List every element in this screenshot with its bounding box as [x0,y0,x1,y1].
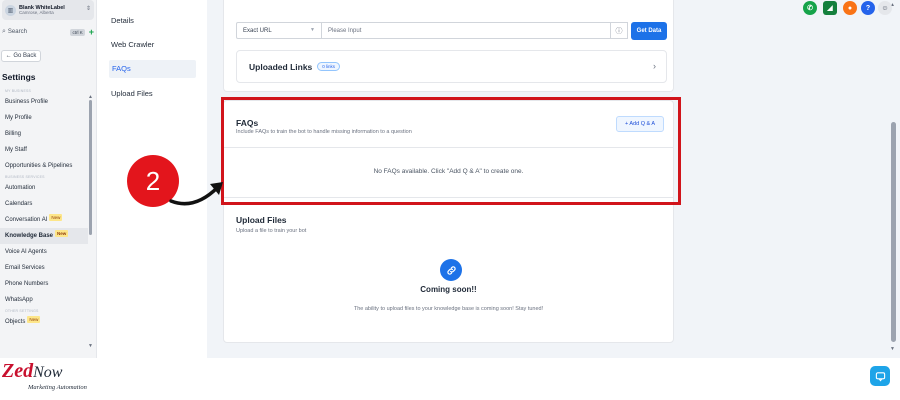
tab-web-crawler[interactable]: Web Crawler [111,40,154,49]
link-icon [440,259,462,281]
go-back-button[interactable]: ← Go Back [1,50,41,62]
coming-soon-title: Coming soon!! [420,285,477,294]
sidebar-item-my-staff[interactable]: My Staff [0,142,88,158]
sidebar-item-my-profile[interactable]: My Profile [0,110,88,126]
get-data-button[interactable]: Get Data [631,22,667,40]
url-input-placeholder: Please Input [328,27,362,34]
logo-tail: Now [33,364,63,381]
info-icon[interactable]: ⓘ [611,22,628,39]
url-match-select[interactable]: Exact URL ▼ [236,22,322,39]
search-label: Search [7,29,27,35]
curved-arrow-icon [169,182,223,206]
sidebar-item-automation[interactable]: Automation [0,180,88,196]
phone-icon[interactable]: ✆ [803,1,817,15]
chevron-right-icon: › [653,61,656,71]
tab-upload-files[interactable]: Upload Files [111,89,153,98]
zednow-logo: ZedNow Marketing Automation [2,360,87,391]
links-count-badge: 0 links [317,62,341,71]
sidebar-item-calendars[interactable]: Calendars [0,196,88,212]
tab-faqs[interactable]: FAQs [109,60,196,78]
sidebar: ▥ Blank WhiteLabel Camrose, Alberta ⇕ ⌕ … [0,0,97,358]
megaphone-icon[interactable]: ◢ [823,1,837,15]
search-icon: ⌕ [2,28,6,35]
coming-soon-subtitle: The ability to upload files to your know… [353,306,544,312]
building-icon: ▥ [5,4,16,16]
chevron-down-icon: ▼ [310,27,315,33]
sidebar-item-voice-ai-agents[interactable]: Voice AI Agents [0,244,88,260]
arrow-left-icon: ← [5,53,14,59]
settings-title: Settings [2,72,36,82]
sidebar-item-billing[interactable]: Billing [0,126,88,142]
sidebar-item-email-services[interactable]: Email Services [0,260,88,276]
scroll-down-icon[interactable]: ▼ [88,343,93,349]
sidebar-item-conversation-ai[interactable]: Conversation AI New [0,212,88,228]
web-crawler-card: Exact URL ▼ Please Input ⓘ Get Data Uplo… [223,0,674,92]
scroll-down-icon[interactable]: ▼ [890,346,895,352]
footer: ZedNow Marketing Automation [0,358,900,400]
sidebar-item-objects[interactable]: Objects New [0,314,88,330]
sidebar-item-business-profile[interactable]: Business Profile [0,94,88,110]
upload-files-subtitle: Upload a file to train your bot [236,228,307,234]
upload-files-title: Upload Files [236,215,287,225]
sidebar-item-opportunities[interactable]: Opportunities & Pipelines [0,158,88,174]
logo-main: Zed [2,360,34,382]
sidebar-search[interactable]: ⌕ Search ctrl K + [2,26,94,38]
uploaded-links-title: Uploaded Links [249,61,313,72]
sidebar-scrollbar[interactable] [89,100,92,235]
new-badge: New [55,230,69,237]
user-avatar-icon[interactable]: ☺ [878,1,892,15]
account-location: Camrose, Alberta [19,9,54,15]
logo-tagline: Marketing Automation [28,384,87,391]
uploaded-links-row[interactable]: Uploaded Links 0 links › [236,50,667,83]
quick-add-icon[interactable]: + [89,27,94,37]
sidebar-item-phone-numbers[interactable]: Phone Numbers [0,276,88,292]
new-badge: New [27,316,41,323]
tab-details[interactable]: Details [111,16,134,25]
sidebar-item-whatsapp[interactable]: WhatsApp [0,292,88,308]
url-input[interactable]: Please Input [321,22,611,39]
account-switcher[interactable]: ▥ Blank WhiteLabel Camrose, Alberta ⇕ [2,0,94,20]
notification-icon[interactable]: ● [843,1,857,15]
new-badge: New [49,214,63,221]
main-scrollbar[interactable] [891,122,896,342]
settings-nav: MY BUSINESS Business Profile My Profile … [0,88,88,330]
sidebar-item-knowledge-base[interactable]: Knowledge Base New [0,228,88,244]
search-shortcut: ctrl K [70,28,85,36]
help-icon[interactable]: ? [861,1,875,15]
chat-icon[interactable] [870,366,890,386]
faq-highlight-box [221,97,681,205]
chevron-updown-icon: ⇕ [85,6,91,12]
go-back-label: Go Back [13,53,37,59]
